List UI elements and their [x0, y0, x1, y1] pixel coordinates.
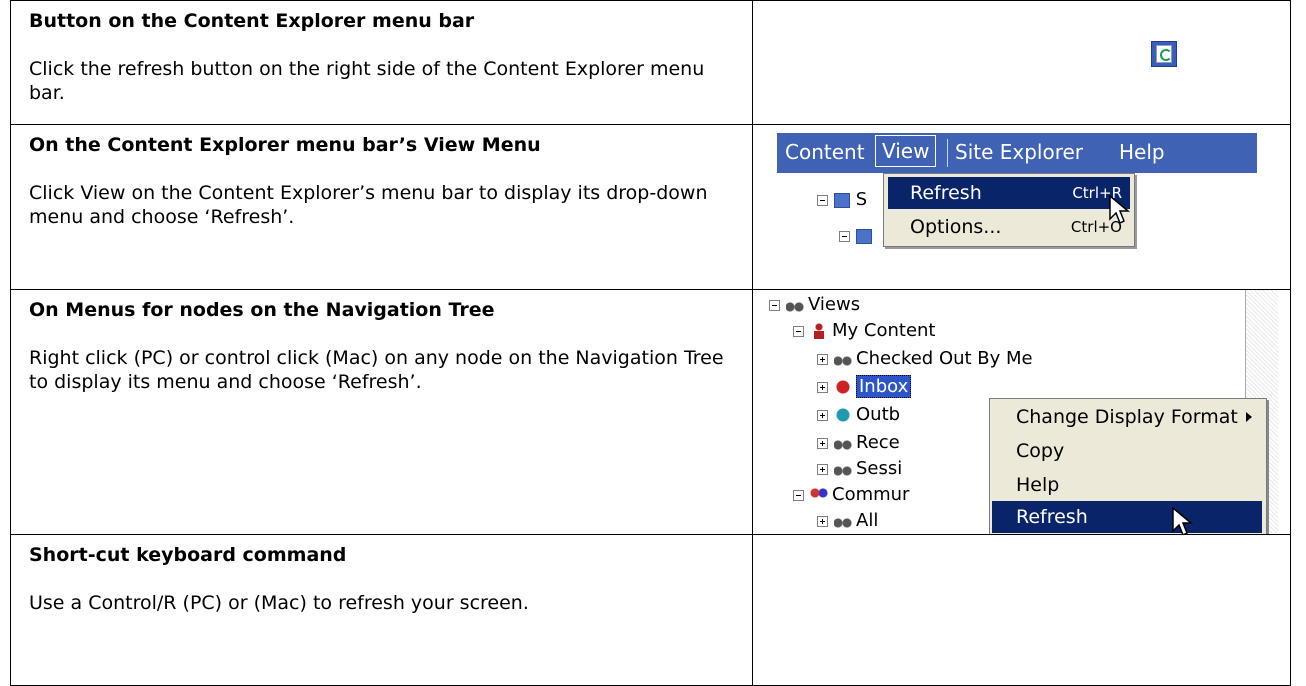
tree-node-label: Inbox [856, 375, 912, 399]
tree-node-inbox[interactable]: Inbox [817, 374, 912, 400]
collapse-icon[interactable] [769, 299, 780, 311]
menu-item-label: Copy [1016, 440, 1065, 463]
collapse-icon[interactable] [793, 489, 804, 501]
row-title: On the Content Explorer menu bar’s View … [29, 134, 541, 157]
expand-icon[interactable] [817, 437, 828, 449]
tree-node-views[interactable]: Views [769, 292, 860, 318]
row-body: Right click (PC) or control click (Mac) … [29, 347, 724, 394]
table-row: Button on the Content Explorer menu bar … [10, 0, 1291, 126]
expand-icon[interactable] [817, 515, 828, 527]
collapse-icon[interactable] [839, 230, 850, 242]
menu-site-explorer[interactable]: Site Explorer [955, 140, 1083, 164]
table-row: On the Content Explorer menu bar’s View … [10, 124, 1291, 291]
menu-item-help[interactable]: Help [992, 469, 1262, 501]
menu-item-refresh[interactable]: Refresh [992, 501, 1262, 534]
collapse-icon[interactable] [793, 325, 804, 337]
view-dropdown: Refresh Ctrl+R Options... Ctrl+O [883, 173, 1135, 248]
refresh-icon[interactable] [1151, 41, 1177, 67]
row-body: Click the refresh button on the right si… [29, 58, 705, 104]
tree-node-checked-out[interactable]: Checked Out By Me [817, 346, 1033, 372]
tree-node-label: Commur [832, 484, 910, 506]
outbox-icon [834, 407, 852, 424]
folder-icon [856, 228, 872, 244]
submenu-arrow-icon [1246, 412, 1252, 423]
tree-node-communities[interactable]: Commur [793, 482, 909, 508]
binoculars-icon [786, 297, 804, 314]
row-title: Button on the Content Explorer menu bar [29, 10, 475, 32]
row-title: Short-cut keyboard command [29, 543, 347, 566]
image-cell: Views My Content Checked Out By Me Inbox… [752, 289, 1291, 535]
text-cell: Button on the Content Explorer menu bar … [10, 0, 753, 126]
expand-icon[interactable] [817, 353, 828, 365]
menu-item-label: Options... [910, 216, 1002, 239]
tree-screenshot: Views My Content Checked Out By Me Inbox… [765, 290, 1285, 534]
tree-node-my-content[interactable]: My Content [793, 318, 936, 344]
binoculars-icon [834, 435, 852, 452]
tree-node-label: Rece [856, 432, 900, 454]
person-icon [810, 323, 828, 340]
cursor-icon [1109, 195, 1131, 225]
collapse-icon[interactable] [817, 194, 828, 206]
expand-icon[interactable] [817, 381, 828, 393]
row-title: On Menus for nodes on the Navigation Tre… [29, 299, 495, 322]
tree-node[interactable] [839, 225, 872, 246]
tree-node-sessions[interactable]: Sessi [817, 456, 902, 482]
binoculars-icon [834, 513, 852, 530]
menu-help[interactable]: Help [1119, 140, 1165, 164]
instructions-table: Button on the Content Explorer menu bar … [10, 0, 1291, 686]
context-menu: Change Display Format Copy Help Refresh [989, 398, 1267, 534]
tree-node-label: Sessi [856, 458, 903, 480]
text-cell: On the Content Explorer menu bar’s View … [10, 124, 753, 291]
menu-item-refresh[interactable]: Refresh Ctrl+R [888, 177, 1130, 210]
menu-item-options[interactable]: Options... Ctrl+O [888, 211, 1130, 243]
tree-node-recent[interactable]: Rece [817, 430, 900, 456]
binoculars-icon [834, 351, 852, 368]
expand-icon[interactable] [817, 409, 828, 421]
table-row: Short-cut keyboard command Use a Control… [10, 533, 1291, 686]
text-cell: On Menus for nodes on the Navigation Tre… [10, 289, 753, 535]
menu-item-label: Change Display Format [1016, 406, 1238, 429]
tree-node-all[interactable]: All [817, 508, 879, 533]
menu-item-label: Refresh [910, 182, 982, 205]
text-cell: Short-cut keyboard command Use a Control… [10, 533, 753, 686]
menu-content[interactable]: Content [785, 140, 865, 164]
tree-node[interactable]: S [817, 189, 867, 210]
tree-node-outbox[interactable]: Outb [817, 402, 900, 428]
menu-item-copy[interactable]: Copy [992, 435, 1262, 467]
menu-item-change-display-format[interactable]: Change Display Format [992, 401, 1262, 433]
menu-screenshot: Content View Site Explorer Help S Refres… [777, 133, 1257, 282]
people-icon [810, 487, 828, 504]
image-cell [752, 0, 1291, 126]
tree-node-label: My Content [832, 320, 936, 342]
site-icon [834, 192, 850, 208]
menu-view[interactable]: View [875, 135, 937, 168]
tree-node-label: Outb [856, 404, 901, 426]
inbox-icon [834, 379, 852, 396]
row-body: Click View on the Content Explorer’s men… [29, 182, 708, 229]
cursor-icon [1172, 507, 1194, 534]
tree-node-label: Views [808, 294, 861, 316]
tree-node-label: S [855, 189, 868, 211]
tree-node-label: Checked Out By Me [856, 348, 1033, 370]
row-body: Use a Control/R (PC) or (Mac) to refresh… [29, 591, 529, 614]
tree-node-label: All [856, 510, 879, 532]
image-cell [752, 533, 1291, 686]
menu-separator [947, 139, 948, 168]
menu-item-label: Refresh [1016, 506, 1088, 529]
expand-icon[interactable] [817, 463, 828, 475]
menu-bar: Content View Site Explorer Help [777, 133, 1257, 174]
binoculars-icon [834, 461, 852, 478]
table-row: On Menus for nodes on the Navigation Tre… [10, 289, 1291, 535]
image-cell: Content View Site Explorer Help S Refres… [752, 124, 1291, 291]
menu-item-label: Help [1016, 474, 1060, 497]
